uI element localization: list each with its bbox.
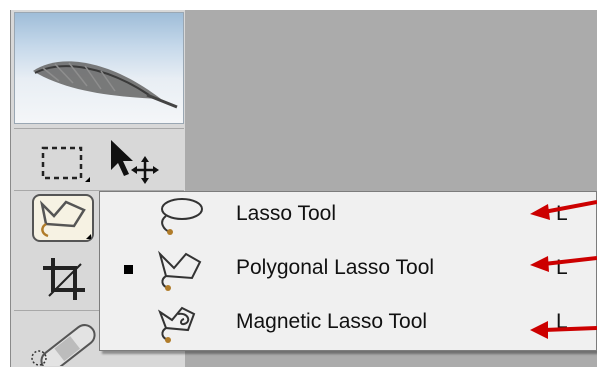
rectangular-marquee-icon[interactable]	[39, 138, 93, 188]
annotation-arrow	[530, 321, 597, 339]
move-icon[interactable]	[105, 136, 165, 186]
flyout-indicator-icon	[86, 234, 91, 239]
menu-item-polygonal-lasso-tool[interactable]: Polygonal Lasso Tool L	[100, 248, 596, 292]
toolbox-header	[14, 12, 184, 124]
feather-icon	[33, 61, 178, 109]
lasso-tool-button[interactable]	[32, 194, 94, 242]
menu-item-label: Lasso Tool	[236, 202, 337, 225]
lasso-icon	[39, 200, 86, 238]
menu-item-lasso-tool[interactable]: Lasso Tool L	[100, 194, 596, 238]
menu-item-magnetic-lasso-tool[interactable]: Magnetic Lasso Tool L	[100, 302, 596, 346]
menu-item-label: Polygonal Lasso Tool	[236, 256, 435, 279]
crop-icon[interactable]	[39, 254, 89, 304]
lasso-tool-flyout-menu: Lasso Tool L Polygonal Lasso Tool L Magn…	[99, 191, 597, 351]
toolbox-separator	[14, 128, 184, 129]
lasso-icon	[161, 198, 203, 235]
annotation-arrow	[530, 200, 597, 220]
menu-item-label: Magnetic Lasso Tool	[236, 310, 428, 333]
healing-brush-icon[interactable]	[29, 316, 109, 366]
annotation-arrow	[530, 256, 597, 272]
selected-bullet-icon	[124, 265, 133, 274]
polygonal-lasso-icon	[158, 250, 202, 291]
magnetic-lasso-icon	[157, 306, 196, 343]
